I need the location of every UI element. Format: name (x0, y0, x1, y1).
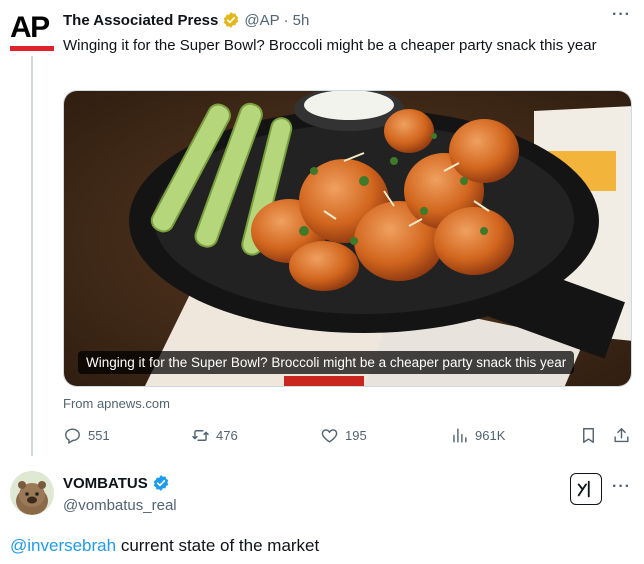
share-icon (614, 428, 629, 443)
media-caption: Winging it for the Super Bowl? Broccoli … (78, 351, 575, 374)
wings-photo (64, 91, 631, 386)
views-count: 961K (475, 428, 506, 443)
tweet2-header: VOMBATUS (63, 474, 170, 492)
more-options-icon[interactable]: ··· (612, 6, 631, 24)
verified-gold-badge-icon[interactable] (222, 11, 240, 29)
repost-count: 476 (216, 428, 238, 443)
ap-avatar[interactable]: AP (10, 11, 56, 52)
thread-connector-line (31, 56, 33, 456)
like-count: 195 (345, 428, 367, 443)
mention-link[interactable]: @inversebrah (10, 536, 116, 555)
like-button[interactable]: 195 (320, 426, 367, 445)
more-options-icon[interactable]: ··· (612, 478, 631, 496)
tweet1-header: The Associated Press @AP · 5h (63, 10, 309, 30)
tweet-text: Winging it for the Super Bowl? Broccoli … (63, 37, 597, 54)
bookmark-icon (583, 428, 594, 443)
reply-count: 551 (88, 428, 110, 443)
author-handle[interactable]: @vombatus_real (63, 497, 177, 514)
views-chart-icon (453, 428, 467, 443)
author-name[interactable]: VOMBATUS (63, 475, 148, 492)
post-time[interactable]: 5h (293, 12, 310, 29)
repost-icon (192, 430, 209, 441)
ap-avatar-text: AP (10, 11, 50, 44)
link-source[interactable]: From apnews.com (63, 396, 170, 411)
grok-icon (577, 480, 590, 498)
share-button[interactable] (612, 426, 631, 445)
views-button[interactable]: 961K (450, 426, 505, 445)
author-name[interactable]: The Associated Press (63, 12, 218, 29)
separator-dot: · (283, 11, 289, 29)
grok-button[interactable] (570, 473, 602, 505)
verified-blue-badge-icon[interactable] (152, 474, 170, 492)
author-handle[interactable]: @AP (244, 12, 279, 29)
tweet2-body: current state of the market (116, 536, 320, 555)
media-card[interactable]: Winging it for the Super Bowl? Broccoli … (63, 90, 632, 387)
repost-button[interactable]: 476 (191, 426, 238, 445)
ap-avatar-underline (10, 46, 54, 51)
bookmark-button[interactable] (579, 426, 598, 445)
wombat-avatar-image (10, 471, 54, 515)
vombatus-avatar[interactable] (10, 471, 54, 515)
heart-icon (321, 429, 338, 443)
reply-button[interactable]: 551 (63, 426, 110, 445)
action-bar: 551 476 195 961K (63, 426, 633, 448)
reply-icon (65, 428, 80, 445)
tweet2-text: @inversebrah current state of the market (10, 536, 319, 556)
